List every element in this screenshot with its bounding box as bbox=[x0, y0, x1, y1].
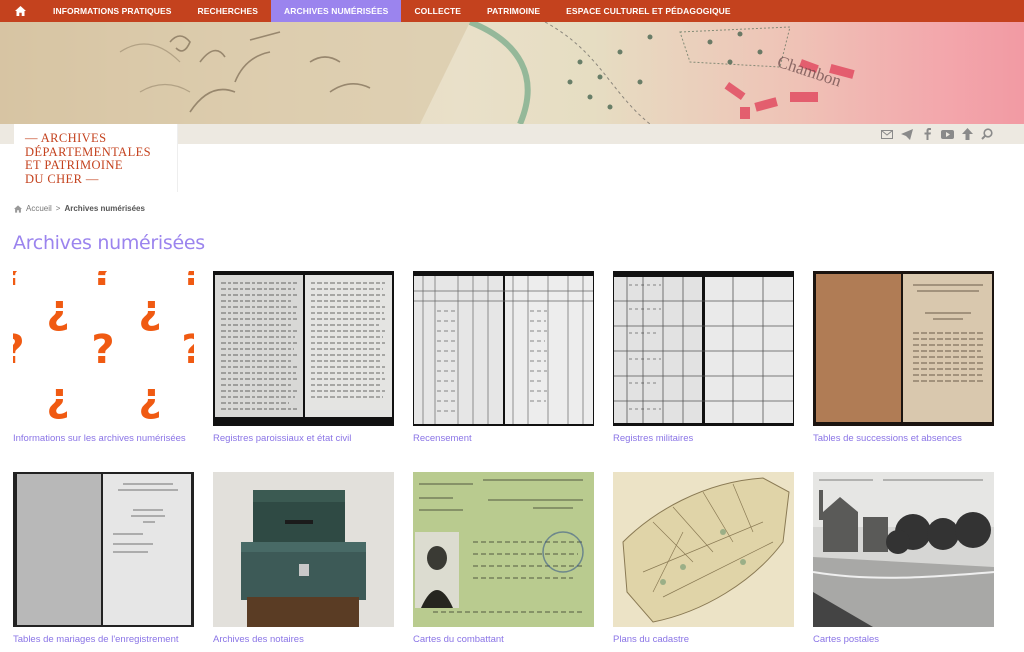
card-thumbnail-succession-tables[interactable] bbox=[813, 271, 994, 426]
nav-item-espace-culturel[interactable]: ESPACE CULTUREL ET PÉDAGOGIQUE bbox=[553, 0, 744, 22]
logo-line-1: — ARCHIVES bbox=[25, 131, 107, 145]
header-banner-image: Chambon bbox=[0, 22, 1024, 124]
top-navigation: INFORMATIONS PRATIQUES RECHERCHES ARCHIV… bbox=[0, 0, 1024, 22]
card-thumbnail-census[interactable] bbox=[413, 271, 594, 426]
breadcrumb-home-link[interactable]: Accueil bbox=[26, 204, 52, 213]
card-tables-successions[interactable]: Tables de successions et absences bbox=[813, 271, 994, 444]
nav-item-archives-numerisees[interactable]: ARCHIVES NUMÉRISÉES bbox=[271, 0, 402, 22]
svg-text:?: ? bbox=[91, 271, 114, 295]
card-thumbnail-veteran-card[interactable] bbox=[413, 472, 594, 627]
card-label[interactable]: Cartes postales bbox=[813, 634, 994, 645]
card-thumbnail-cadastre-map[interactable] bbox=[613, 472, 794, 627]
card-informations[interactable]: ¿ ¿ ??? ¿ ¿ ??? Informations sur les archi… bbox=[13, 271, 194, 444]
home-icon bbox=[14, 204, 22, 213]
card-cartes-combattant[interactable]: Cartes du combattant bbox=[413, 472, 594, 645]
card-cartes-postales[interactable]: Cartes postales bbox=[813, 472, 994, 645]
card-thumbnail-question-marks[interactable]: ¿ ¿ ??? ¿ ¿ ??? bbox=[13, 271, 194, 426]
svg-text:¿: ¿ bbox=[138, 375, 161, 421]
card-tables-mariages[interactable]: Tables de mariages de l'enregistrement bbox=[13, 472, 194, 645]
card-label[interactable]: Tables de mariages de l'enregistrement bbox=[13, 634, 194, 645]
svg-text:?: ? bbox=[13, 327, 25, 373]
nav-item-informations-pratiques[interactable]: INFORMATIONS PRATIQUES bbox=[40, 0, 185, 22]
logo-line-2: DÉPARTEMENTALES bbox=[25, 144, 152, 159]
svg-text:¿: ¿ bbox=[138, 287, 161, 333]
nav-item-recherches[interactable]: RECHERCHES bbox=[185, 0, 272, 22]
svg-text:?: ? bbox=[91, 327, 114, 373]
card-registres-militaires[interactable]: Registres militaires bbox=[613, 271, 794, 444]
home-icon bbox=[14, 6, 26, 16]
nav-item-collecte[interactable]: COLLECTE bbox=[401, 0, 474, 22]
search-icon[interactable] bbox=[980, 127, 994, 141]
social-toolbar bbox=[880, 127, 994, 141]
logo-line-4: DU CHER — bbox=[25, 171, 99, 186]
up-arrow-icon[interactable] bbox=[960, 127, 974, 141]
card-label[interactable]: Registres militaires bbox=[613, 433, 794, 444]
facebook-icon[interactable] bbox=[920, 127, 934, 141]
card-label[interactable]: Registres paroissiaux et état civil bbox=[213, 433, 394, 444]
card-label[interactable]: Recensement bbox=[413, 433, 594, 444]
youtube-icon[interactable] bbox=[940, 127, 954, 141]
card-thumbnail-register[interactable] bbox=[213, 271, 394, 426]
send-icon[interactable] bbox=[900, 127, 914, 141]
svg-text:¿: ¿ bbox=[46, 375, 69, 421]
svg-text:?: ? bbox=[13, 271, 25, 295]
card-archives-notaires[interactable]: Archives des notaires bbox=[213, 472, 394, 645]
card-registres-paroissiaux[interactable]: Registres paroissiaux et état civil bbox=[213, 271, 394, 444]
logo-line-3: ET PATRIMOINE bbox=[25, 158, 123, 172]
svg-text:?: ? bbox=[181, 271, 194, 295]
card-label[interactable]: Tables de successions et absences bbox=[813, 433, 994, 444]
home-button[interactable] bbox=[0, 0, 40, 22]
mail-icon[interactable] bbox=[880, 127, 894, 141]
site-logo[interactable]: — ARCHIVES DÉPARTEMENTALES ET PATRIMOINE… bbox=[14, 124, 178, 192]
breadcrumb: Accueil > Archives numérisées bbox=[14, 204, 145, 213]
card-thumbnail-marriage-tables[interactable] bbox=[13, 472, 194, 627]
card-thumbnail-military-register[interactable] bbox=[613, 271, 794, 426]
breadcrumb-current: Archives numérisées bbox=[64, 204, 145, 213]
card-recensement[interactable]: Recensement bbox=[413, 271, 594, 444]
svg-text:¿: ¿ bbox=[46, 287, 69, 333]
card-label[interactable]: Plans du cadastre bbox=[613, 634, 794, 645]
page-title: Archives numérisées bbox=[13, 232, 205, 254]
card-thumbnail-postcard[interactable] bbox=[813, 472, 994, 627]
nav-item-patrimoine[interactable]: PATRIMOINE bbox=[474, 0, 553, 22]
card-plans-cadastre[interactable]: Plans du cadastre bbox=[613, 472, 794, 645]
card-label[interactable]: Informations sur les archives numérisées bbox=[13, 433, 194, 444]
card-label[interactable]: Cartes du combattant bbox=[413, 634, 594, 645]
card-label[interactable]: Archives des notaires bbox=[213, 634, 394, 645]
banner-handwriting: Chambon bbox=[775, 52, 844, 91]
svg-text:?: ? bbox=[181, 327, 194, 373]
card-thumbnail-notary-boxes[interactable] bbox=[213, 472, 394, 627]
breadcrumb-separator: > bbox=[55, 204, 61, 213]
